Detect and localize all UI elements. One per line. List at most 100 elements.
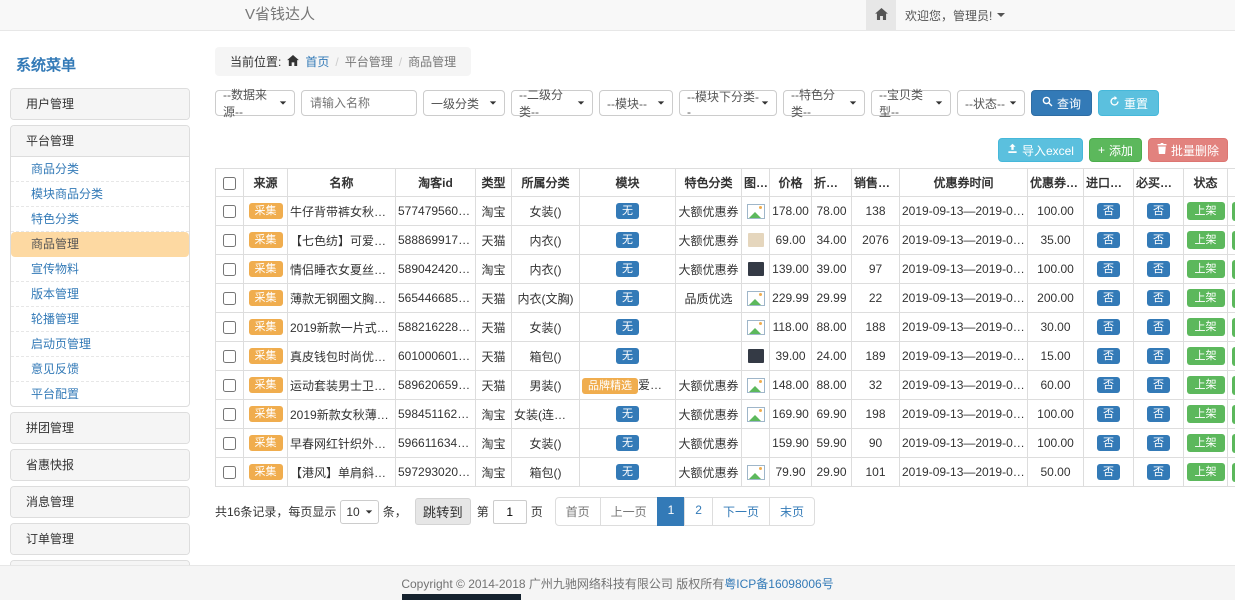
row-checkbox[interactable] — [223, 408, 236, 421]
status-badge[interactable]: 上架 — [1187, 231, 1225, 249]
must-buy-toggle[interactable]: 否 — [1147, 319, 1170, 335]
feature-category: 大额优惠券 — [676, 458, 742, 487]
pager-2[interactable]: 2 — [684, 497, 713, 526]
row-checkbox[interactable] — [223, 466, 236, 479]
breadcrumb-home-link[interactable]: 首页 — [305, 53, 329, 70]
icp-link[interactable]: 粤ICP备16098006号 — [724, 575, 833, 592]
filter-select-3[interactable]: --二级分类-- — [511, 90, 593, 116]
pager-上一页[interactable]: 上一页 — [600, 497, 658, 526]
sidebar-item-平台配置[interactable]: 平台配置 — [11, 382, 189, 406]
row-checkbox[interactable] — [223, 321, 236, 334]
import-select-toggle[interactable]: 否 — [1097, 290, 1120, 306]
status-badge[interactable]: 上架 — [1187, 434, 1225, 452]
sidebar-item-商品分类[interactable]: 商品分类 — [11, 157, 189, 182]
filter-select-label: --宝贝类型-- — [879, 86, 935, 120]
status-badge[interactable]: 上架 — [1187, 405, 1225, 423]
reset-button[interactable]: 重置 — [1098, 90, 1159, 116]
row-checkbox[interactable] — [223, 292, 236, 305]
import-select-toggle[interactable]: 否 — [1097, 319, 1120, 335]
row-checkbox[interactable] — [223, 205, 236, 218]
jump-button[interactable]: 跳转到 — [415, 498, 471, 525]
sidebar-item-商品管理[interactable]: 商品管理 — [11, 232, 189, 257]
page-number-input[interactable] — [493, 500, 527, 524]
import-select-toggle[interactable]: 否 — [1097, 377, 1120, 393]
filter-select-5[interactable]: --模块下分类-- — [679, 90, 777, 116]
status-badge[interactable]: 上架 — [1187, 463, 1225, 481]
sidebar-item-启动页管理[interactable]: 启动页管理 — [11, 332, 189, 357]
must-buy-toggle[interactable]: 否 — [1147, 435, 1170, 451]
status-badge[interactable]: 上架 — [1187, 202, 1225, 220]
filter-select-4[interactable]: --模块-- — [599, 90, 673, 116]
row-checkbox[interactable] — [223, 234, 236, 247]
sidebar-item-轮播管理[interactable]: 轮播管理 — [11, 307, 189, 332]
status-badge[interactable]: 上架 — [1187, 289, 1225, 307]
per-page-select[interactable]: 10 — [340, 500, 378, 524]
status-badge[interactable]: 上架 — [1187, 376, 1225, 394]
must-buy-toggle[interactable]: 否 — [1147, 261, 1170, 277]
module-badge: 无 — [616, 464, 639, 480]
must-buy-toggle[interactable]: 否 — [1147, 290, 1170, 306]
must-buy-toggle[interactable]: 否 — [1147, 377, 1170, 393]
product-type: 淘宝 — [476, 255, 512, 284]
jump-prefix: 第 — [477, 503, 489, 520]
row-checkbox[interactable] — [223, 263, 236, 276]
table-row: 采集早春网红针织外套女春...596611634525淘宝女装()无大额优惠券1… — [216, 429, 1235, 458]
product-name: 情侣睡衣女夏丝绸男士... — [288, 255, 396, 284]
add-button[interactable]: + 添加 — [1089, 138, 1142, 162]
coupon-time: 2019-09-13—2019-09-19 — [900, 313, 1028, 342]
import-select-toggle[interactable]: 否 — [1097, 435, 1120, 451]
chevron-down-icon — [997, 13, 1005, 17]
pager-1[interactable]: 1 — [657, 497, 686, 526]
home-shortcut[interactable] — [866, 0, 896, 30]
status-badge[interactable]: 上架 — [1187, 318, 1225, 336]
import-excel-button[interactable]: 导入excel — [998, 138, 1083, 162]
import-select-toggle[interactable]: 否 — [1097, 406, 1120, 422]
table-body: 采集牛仔背带裤女秋装减龄...577479560965淘宝女装()无大额优惠券1… — [216, 197, 1235, 487]
search-button[interactable]: 查询 — [1031, 90, 1092, 116]
sidebar-group-header-5[interactable]: 订单管理 — [11, 524, 189, 554]
pager-下一页[interactable]: 下一页 — [712, 497, 770, 526]
filter-select-label: --模块下分类-- — [687, 88, 761, 119]
must-buy-toggle[interactable]: 否 — [1147, 232, 1170, 248]
name-search-input[interactable] — [301, 90, 417, 116]
row-checkbox[interactable] — [223, 379, 236, 392]
sales-count: 22 — [852, 284, 900, 313]
batch-delete-button[interactable]: 批量删除 — [1148, 138, 1228, 162]
sidebar-item-模块商品分类[interactable]: 模块商品分类 — [11, 182, 189, 207]
must-buy-toggle[interactable]: 否 — [1147, 348, 1170, 364]
pager-首页[interactable]: 首页 — [555, 497, 601, 526]
import-select-toggle[interactable]: 否 — [1097, 261, 1120, 277]
sidebar-item-宣传物料[interactable]: 宣传物料 — [11, 257, 189, 282]
row-checkbox[interactable] — [223, 437, 236, 450]
import-select-toggle[interactable]: 否 — [1097, 348, 1120, 364]
filter-select-6[interactable]: --特色分类-- — [783, 90, 865, 116]
sidebar-item-意见反馈[interactable]: 意见反馈 — [11, 357, 189, 382]
sidebar-group-header-3[interactable]: 省惠快报 — [11, 450, 189, 480]
product-category: 男装() — [512, 371, 580, 400]
must-buy-toggle[interactable]: 否 — [1147, 406, 1170, 422]
status-badge[interactable]: 上架 — [1187, 347, 1225, 365]
sidebar-group-header-1[interactable]: 平台管理 — [11, 126, 189, 157]
sidebar-item-版本管理[interactable]: 版本管理 — [11, 282, 189, 307]
filter-select-label: --状态-- — [965, 95, 1005, 112]
sidebar-item-特色分类[interactable]: 特色分类 — [11, 207, 189, 232]
table-row: 采集【七色纺】可爱纯棉家...588869917501天猫内衣()无大额优惠券6… — [216, 226, 1235, 255]
sidebar-group-header-2[interactable]: 拼团管理 — [11, 413, 189, 443]
filter-select-2[interactable]: 一级分类 — [423, 90, 505, 116]
pager-末页[interactable]: 末页 — [769, 497, 815, 526]
must-buy-toggle[interactable]: 否 — [1147, 203, 1170, 219]
must-buy-toggle[interactable]: 否 — [1147, 464, 1170, 480]
user-menu[interactable]: 欢迎您，管理员! — [905, 0, 1005, 30]
row-checkbox[interactable] — [223, 350, 236, 363]
filter-select-7[interactable]: --宝贝类型-- — [871, 90, 951, 116]
import-select-toggle[interactable]: 否 — [1097, 232, 1120, 248]
trash-icon — [1157, 143, 1167, 157]
filter-select-0[interactable]: --数据来源-- — [215, 90, 295, 116]
status-badge[interactable]: 上架 — [1187, 260, 1225, 278]
import-select-toggle[interactable]: 否 — [1097, 203, 1120, 219]
filter-select-8[interactable]: --状态-- — [957, 90, 1025, 116]
select-all-checkbox[interactable] — [223, 177, 236, 190]
sidebar-group-header-0[interactable]: 用户管理 — [11, 89, 189, 119]
import-select-toggle[interactable]: 否 — [1097, 464, 1120, 480]
sidebar-group-header-4[interactable]: 消息管理 — [11, 487, 189, 517]
